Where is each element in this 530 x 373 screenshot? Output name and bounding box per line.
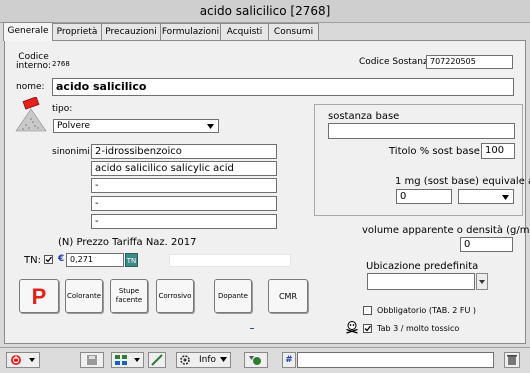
ubicazione-picker-button[interactable] — [476, 273, 488, 290]
sync-icon — [249, 356, 261, 365]
tab-precauzioni[interactable]: Precauzioni — [101, 23, 161, 40]
equivale-field[interactable]: 0 — [396, 189, 452, 204]
prezzo-field[interactable]: 0,271 — [66, 253, 124, 267]
titolo-field[interactable]: 100 — [481, 143, 515, 159]
tab-acquisti[interactable]: Acquisti — [220, 23, 269, 40]
euro-icon: € — [58, 254, 65, 264]
stupefacente-button[interactable]: Stupe facente — [110, 279, 148, 313]
chevron-down-icon — [220, 357, 227, 362]
nome-field[interactable]: acido salicilico — [52, 78, 514, 96]
dopante-button[interactable]: Dopante — [214, 279, 252, 313]
codice-sostanza-field[interactable]: 707220505 — [426, 55, 513, 69]
sostanza-base-label: sostanza base — [328, 111, 400, 122]
tab-formulazioni[interactable]: Formulazioni — [160, 23, 221, 40]
chevron-down-icon — [502, 195, 509, 200]
pencil-icon — [151, 354, 163, 366]
search-input[interactable] — [297, 352, 494, 368]
equivale-label: 1 mg (sost base) equivale a — [395, 176, 530, 187]
titolo-label: Titolo % sost base — [389, 146, 480, 157]
structure-menu-button[interactable] — [111, 352, 144, 368]
colorante-button[interactable]: Colorante — [65, 279, 103, 313]
sostanza-base-field[interactable] — [328, 123, 515, 139]
obbligatorio-label: Obbligatorio (TAB. 2 FU ) — [377, 306, 477, 315]
sinonimo-field-3[interactable]: - — [91, 178, 277, 193]
equivale-unit-select[interactable] — [458, 189, 514, 204]
checkmark-icon — [364, 325, 371, 332]
nome-label: nome: — [16, 82, 45, 92]
checkmark-icon — [45, 256, 52, 263]
link-marker — [250, 328, 254, 329]
floppy-icon — [87, 355, 97, 365]
sinonimo-field-1[interactable]: 2-idrossibenzoico — [91, 144, 277, 159]
tipo-value: Polvere — [57, 121, 91, 131]
tipo-select[interactable]: Polvere — [53, 119, 219, 133]
tab-generale[interactable]: Generale — [3, 22, 53, 41]
tab-proprieta[interactable]: Proprietà — [52, 23, 102, 40]
pencil-button[interactable] — [148, 352, 166, 368]
status-bar: Info # — [0, 347, 530, 373]
hash-button[interactable]: # — [282, 352, 296, 368]
codice-interno-label: Codice interno: — [16, 52, 52, 71]
power-icon — [11, 355, 35, 365]
tab3-label: Tab 3 / molto tossico — [377, 324, 460, 333]
sinonimo-field-4[interactable]: - — [91, 196, 277, 211]
sinonimo-field-5[interactable]: - — [91, 214, 277, 229]
prezzo-label: (N) Prezzo Tariffa Naz. 2017 — [58, 237, 197, 248]
info-menu-button[interactable]: Info — [176, 352, 231, 368]
ubicazione-field[interactable] — [367, 273, 475, 290]
prezzo-note-field — [169, 254, 291, 267]
powder-icon — [15, 97, 47, 132]
skull-icon — [346, 321, 358, 334]
volume-label: volume apparente o densità (g/ml) — [362, 225, 530, 236]
gear-icon — [180, 355, 190, 365]
info-label: Info — [198, 355, 217, 365]
p-button-label: P — [31, 283, 47, 309]
volume-field[interactable]: 0 — [460, 237, 513, 252]
tn-badge-button[interactable]: TN — [125, 253, 138, 267]
save-button[interactable] — [80, 352, 104, 368]
chevron-down-icon — [207, 124, 214, 129]
chevron-down-icon — [479, 280, 485, 284]
p-button[interactable]: P — [19, 279, 59, 313]
tree-icon — [115, 355, 140, 365]
tn-label: TN: — [24, 255, 41, 266]
trash-icon — [507, 355, 517, 365]
sinonimo-field-2[interactable]: acido salicilico salicylic acid — [91, 161, 277, 176]
sync-button[interactable] — [244, 352, 268, 368]
ubicazione-label: Ubicazione predefinita — [366, 261, 479, 272]
tn-checkbox[interactable] — [44, 255, 53, 264]
tab3-checkbox[interactable] — [363, 324, 372, 333]
power-menu-button[interactable] — [6, 352, 40, 368]
trash-button[interactable] — [504, 352, 520, 368]
obbligatorio-checkbox[interactable] — [363, 306, 372, 315]
cmr-button[interactable]: CMR — [268, 279, 308, 313]
window-title: acido salicilico [2768] — [0, 0, 530, 23]
tab-consumi[interactable]: Consumi — [268, 23, 319, 40]
codice-sostanza-label: Codice Sostanza: — [359, 57, 437, 67]
tipo-label: tipo: — [52, 104, 73, 114]
corrosivo-button[interactable]: Corrosivo — [156, 279, 194, 313]
sinonimi-label: sinonimi: — [52, 147, 93, 157]
codice-interno-value: 2768 — [52, 60, 70, 68]
